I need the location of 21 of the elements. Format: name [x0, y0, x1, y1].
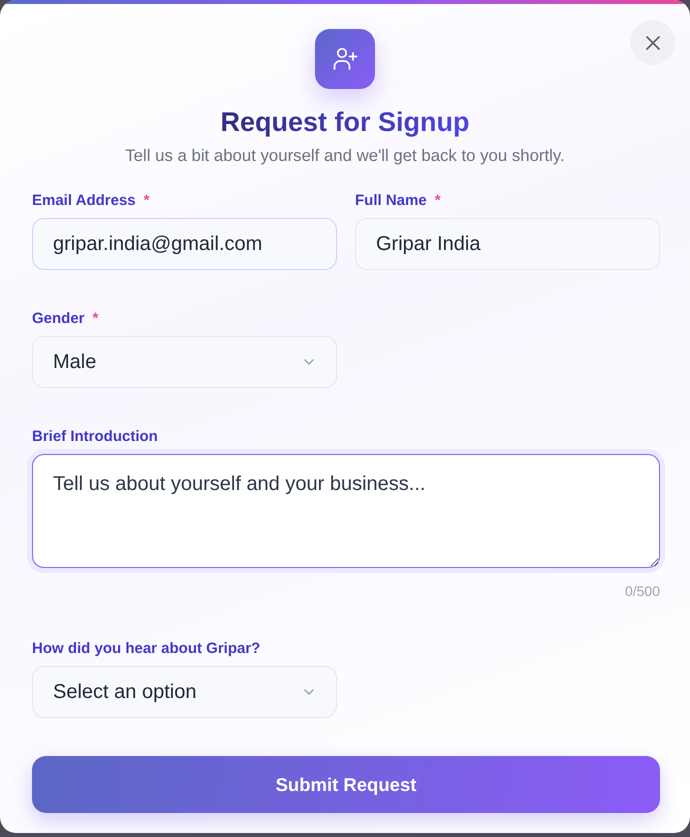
- submit-button[interactable]: Submit Request: [32, 756, 660, 813]
- dropdown-field[interactable]: Select an option: [32, 666, 337, 718]
- chevron-down-icon: [304, 689, 314, 695]
- text-area-field[interactable]: Tell us about yourself and your business...: [32, 454, 660, 568]
- dialog-subtitle: Tell us a bit about yourself and we'll get back to you shortly.: [125, 145, 565, 167]
- required-asterisk: *: [144, 192, 150, 210]
- user-plus-icon: [315, 29, 375, 89]
- field-label: Full Name: [355, 192, 427, 210]
- text-field[interactable]: gripar.india@gmail.com: [32, 218, 337, 270]
- required-asterisk: *: [434, 192, 441, 210]
- close-icon: [646, 36, 660, 50]
- required-asterisk: *: [92, 310, 98, 328]
- field-label: How did you hear about Gripar?: [32, 640, 260, 658]
- field-label: Brief Introduction: [32, 428, 158, 446]
- text-field[interactable]: Gripar India: [355, 218, 660, 270]
- dropdown-field[interactable]: Male: [32, 336, 337, 388]
- close-button[interactable]: [630, 20, 675, 65]
- field-label: Email Address: [32, 192, 136, 210]
- field-label: Gender: [32, 310, 85, 328]
- chevron-down-icon: [304, 359, 314, 365]
- character-counter: 0/500: [624, 582, 660, 600]
